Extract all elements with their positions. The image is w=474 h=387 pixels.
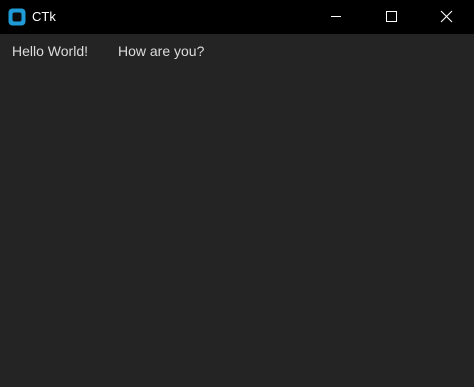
maximize-button[interactable]: [368, 0, 414, 34]
maximize-icon: [386, 11, 397, 22]
minimize-icon: [331, 16, 341, 17]
title-bar[interactable]: CTk: [0, 0, 474, 34]
hello-world-label: Hello World!: [12, 43, 88, 59]
close-icon: [440, 10, 453, 23]
minimize-button[interactable]: [313, 0, 359, 34]
ctk-app-icon: [8, 8, 26, 26]
how-are-you-label: How are you?: [118, 43, 205, 59]
window-content: Hello World! How are you?: [0, 34, 474, 387]
close-button[interactable]: [423, 0, 469, 34]
window-title: CTk: [32, 9, 56, 24]
